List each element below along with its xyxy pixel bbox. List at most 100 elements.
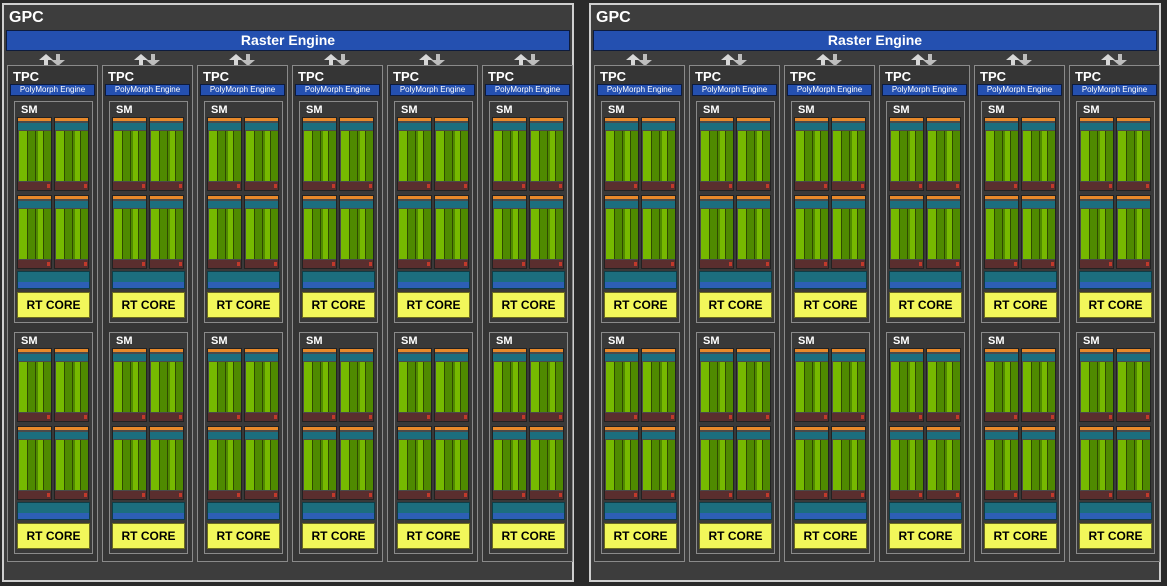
core-divider — [312, 440, 313, 490]
core-divider — [407, 131, 408, 181]
tensor-core-column — [937, 362, 947, 412]
sm-processing-block — [604, 348, 639, 422]
texture-units-bar — [985, 513, 1056, 519]
tensor-core-column — [1048, 440, 1055, 490]
tensor-core-column — [28, 209, 38, 259]
load-store-units-bar — [493, 182, 526, 190]
tensor-core-column — [424, 362, 431, 412]
core-divider — [717, 131, 718, 181]
texture-units-bar — [700, 513, 771, 519]
tensor-core-column — [519, 440, 526, 490]
core-divider — [944, 362, 945, 412]
load-store-units-bar — [795, 491, 828, 499]
cuda-cores-block — [643, 209, 675, 259]
warp-scheduler-bar — [985, 123, 1018, 130]
rt-core: RT CORE — [699, 292, 772, 318]
core-divider — [915, 131, 916, 181]
core-divider — [217, 440, 218, 490]
core-divider — [320, 131, 321, 181]
core-divider — [1142, 440, 1143, 490]
sfu-unit — [1014, 262, 1017, 266]
sm-processing-block — [1079, 348, 1114, 422]
core-divider — [518, 440, 519, 490]
load-store-units-bar — [398, 491, 431, 499]
tensor-core-column — [652, 362, 662, 412]
tensor-core-column — [805, 440, 815, 490]
sfu-unit — [464, 262, 467, 266]
warp-scheduler-bar — [113, 123, 146, 130]
warp-scheduler-bar — [737, 201, 770, 208]
load-store-units-bar — [985, 413, 1018, 421]
warp-scheduler-bar — [208, 123, 241, 130]
core-divider — [510, 440, 511, 490]
tensor-core-column — [900, 440, 910, 490]
register-file-bar — [605, 196, 638, 199]
sfu-unit — [559, 184, 562, 188]
core-divider — [936, 440, 937, 490]
load-store-units-bar — [208, 413, 241, 421]
core-divider — [349, 131, 350, 181]
load-store-units-bar — [700, 491, 733, 499]
core-divider — [804, 362, 805, 412]
register-file-bar — [1080, 427, 1113, 430]
sfu-unit — [671, 415, 674, 419]
register-file-bar — [530, 427, 563, 430]
core-divider — [1134, 440, 1135, 490]
core-divider — [820, 440, 821, 490]
tensor-core-column — [313, 131, 323, 181]
sfu-unit — [634, 415, 637, 419]
sfu-unit — [464, 415, 467, 419]
cuda-cores-block — [701, 362, 733, 412]
core-divider — [1031, 131, 1032, 181]
core-divider — [754, 362, 755, 412]
sfu-unit — [956, 493, 959, 497]
polymorph-engine: PolyMorph Engine — [977, 84, 1062, 96]
register-file-bar — [493, 118, 526, 121]
core-divider — [622, 362, 623, 412]
sm-block: SM RT CORE — [601, 332, 680, 554]
core-divider — [746, 362, 747, 412]
core-divider — [651, 362, 652, 412]
raster-engine: Raster Engine — [6, 30, 570, 51]
core-divider — [502, 131, 503, 181]
warp-scheduler-bar — [208, 354, 241, 361]
core-divider — [159, 440, 160, 490]
register-file-bar — [927, 118, 960, 121]
core-divider — [217, 209, 218, 259]
register-file-bar — [303, 349, 336, 352]
load-store-units-bar — [245, 260, 278, 268]
load-store-units-bar — [795, 182, 828, 190]
load-store-units-bar — [737, 413, 770, 421]
core-divider — [547, 209, 548, 259]
sfu-unit — [47, 493, 50, 497]
core-divider — [72, 362, 73, 412]
core-divider — [518, 362, 519, 412]
sfu-unit — [142, 262, 145, 266]
core-divider — [35, 440, 36, 490]
tensor-core-column — [858, 209, 865, 259]
sm-processing-block — [339, 195, 374, 269]
core-divider — [254, 362, 255, 412]
sm-processing-block — [641, 426, 676, 500]
sm-block: SM RT CORE — [204, 332, 283, 554]
tensor-core-column — [953, 362, 960, 412]
core-divider — [614, 362, 615, 412]
tensor-core-column — [652, 131, 662, 181]
warp-scheduler-bar — [1117, 201, 1150, 208]
register-file-bar — [642, 118, 675, 121]
load-store-units-bar — [1080, 413, 1113, 421]
tensor-core-column — [176, 362, 183, 412]
core-divider — [122, 209, 123, 259]
register-file-bar — [795, 349, 828, 352]
cuda-cores-block — [436, 209, 468, 259]
register-file-bar — [832, 427, 865, 430]
sfu-unit — [427, 493, 430, 497]
core-divider — [43, 131, 44, 181]
tensor-core-column — [1106, 131, 1113, 181]
register-file-bar — [700, 118, 733, 121]
core-divider — [1010, 440, 1011, 490]
tpc-label: TPC — [203, 69, 229, 84]
register-file-bar — [795, 427, 828, 430]
cuda-cores-block — [304, 209, 336, 259]
register-file-bar — [18, 427, 51, 430]
